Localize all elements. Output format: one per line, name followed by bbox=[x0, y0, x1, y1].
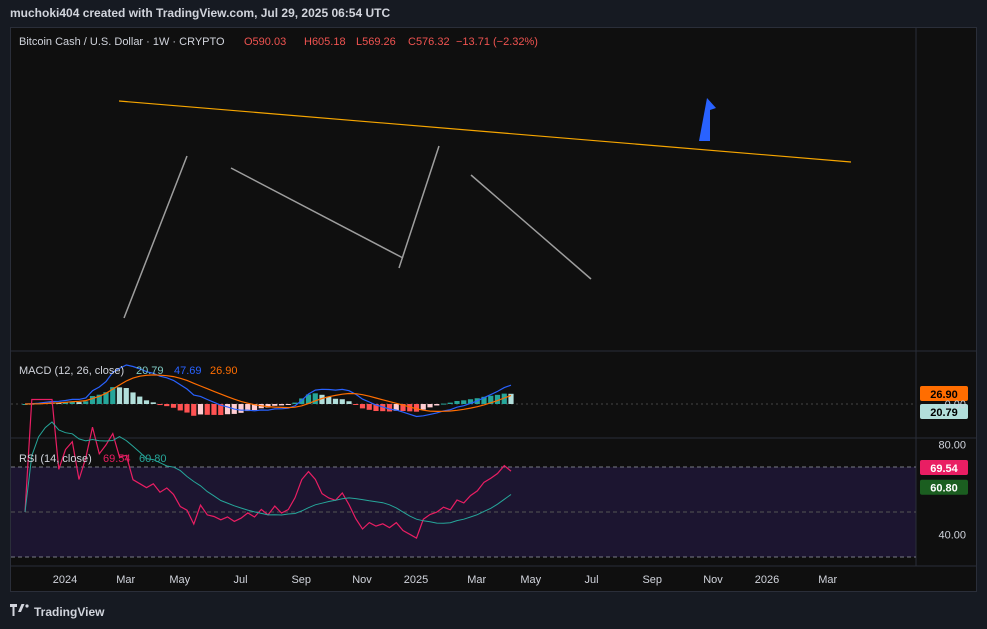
time-axis-tick: Jul bbox=[584, 574, 598, 586]
macd-histogram-bar bbox=[89, 396, 96, 404]
time-axis-tick: 2024 bbox=[53, 574, 77, 586]
tradingview-brand: TradingView bbox=[34, 604, 105, 619]
downtrend-line-2 bbox=[470, 174, 592, 280]
macd-hist-value: 20.79 bbox=[136, 365, 164, 377]
macd-line-value: 47.69 bbox=[174, 365, 202, 377]
macd-histogram-bar bbox=[278, 404, 285, 406]
macd-histogram-bar bbox=[346, 401, 352, 404]
rsi-label-text: 69.54 bbox=[930, 463, 958, 475]
descending-trendline bbox=[118, 100, 852, 163]
chart-frame: 900.00600.00520.00440.00380.00320.00280.… bbox=[10, 27, 977, 592]
macd-histogram-bar bbox=[116, 387, 123, 404]
time-axis-tick: Sep bbox=[642, 574, 662, 586]
macd-histogram-bar bbox=[211, 404, 217, 415]
macd-histogram-bar bbox=[454, 400, 460, 404]
macd-histogram-bar bbox=[191, 404, 197, 416]
macd-histogram-bar bbox=[434, 404, 440, 406]
macd-histogram-bar bbox=[359, 404, 366, 409]
macd-histogram-bar bbox=[130, 392, 136, 404]
time-axis-tick: Sep bbox=[291, 574, 311, 586]
rsi-ma-value: 60.80 bbox=[139, 453, 167, 465]
macd-histogram-bar bbox=[143, 400, 150, 404]
macd-histogram-bar bbox=[447, 402, 453, 404]
close-value: C576.32 bbox=[408, 36, 450, 48]
macd-histogram-bar bbox=[420, 404, 426, 410]
macd-histogram-bar bbox=[184, 404, 190, 413]
time-axis-tick: Mar bbox=[467, 574, 486, 586]
rsi-axis-tick: 80.00 bbox=[938, 440, 966, 452]
macd-histogram-bar bbox=[440, 403, 447, 405]
rally-line-2 bbox=[398, 145, 440, 269]
rsi-value: 69.54 bbox=[103, 453, 131, 465]
macd-histogram-bar bbox=[312, 393, 318, 404]
macd-histogram-bar bbox=[366, 404, 372, 410]
macd-histogram-bar bbox=[170, 404, 177, 408]
downtrend-line-1 bbox=[230, 167, 404, 259]
time-axis-tick: Nov bbox=[352, 574, 372, 586]
macd-histogram-bar bbox=[123, 388, 129, 404]
macd-histogram-bar bbox=[164, 404, 170, 407]
macd-histogram-bar bbox=[427, 404, 433, 408]
time-axis-tick: May bbox=[169, 574, 190, 586]
macd-histogram-bar bbox=[386, 404, 393, 412]
macd-legend-label: MACD (12, 26, close) bbox=[19, 365, 124, 377]
chart-canvas[interactable]: 900.00600.00520.00440.00380.00320.00280.… bbox=[11, 28, 976, 591]
open-value: O590.03 bbox=[244, 36, 286, 48]
rsi-axis-tick: 40.00 bbox=[938, 530, 966, 542]
change-value: −13.71 (−2.32%) bbox=[456, 36, 538, 48]
macd-histogram-bar bbox=[224, 404, 231, 415]
macd-histogram-bar bbox=[461, 400, 467, 404]
macd-histogram-bar bbox=[197, 404, 204, 415]
macd-histogram-bar bbox=[272, 404, 278, 406]
macd-histogram-bar bbox=[177, 404, 183, 411]
macd-histogram-bar bbox=[157, 404, 163, 406]
macd-histogram-bar bbox=[238, 404, 244, 413]
macd-histogram-bar bbox=[326, 396, 332, 404]
rsi-legend-label: RSI (14, close) bbox=[19, 453, 92, 465]
macd-histogram-bar bbox=[137, 396, 143, 404]
macd-histogram-bar bbox=[339, 399, 345, 404]
time-axis-tick: 2025 bbox=[404, 574, 428, 586]
time-axis-tick: Mar bbox=[818, 574, 837, 586]
macd-histogram-bar bbox=[508, 393, 514, 404]
time-axis-tick: Jul bbox=[233, 574, 247, 586]
macd-histogram-bar bbox=[150, 402, 156, 404]
macd-axis-tick: 0.00 bbox=[945, 399, 966, 411]
macd-histogram-bar bbox=[83, 401, 89, 404]
chart-attribution: muchoki404 created with TradingView.com,… bbox=[10, 6, 391, 20]
time-axis-tick: Mar bbox=[116, 574, 135, 586]
macd-histogram-bar bbox=[76, 402, 82, 404]
time-axis-tick: May bbox=[520, 574, 541, 586]
breakout-arrow-icon bbox=[699, 98, 716, 141]
tradingview-logo-icon bbox=[10, 604, 30, 619]
low-value: L569.26 bbox=[356, 36, 396, 48]
macd-histogram-bar bbox=[204, 404, 210, 415]
time-axis-tick: 2026 bbox=[755, 574, 779, 586]
rally-line-1 bbox=[123, 155, 188, 319]
tradingview-footer: TradingView bbox=[10, 604, 104, 619]
time-axis-tick: Nov bbox=[703, 574, 723, 586]
rsi-label-text: 60.80 bbox=[930, 483, 958, 495]
symbol-legend: Bitcoin Cash / U.S. Dollar · 1W · CRYPTO bbox=[19, 36, 225, 48]
macd-signal-value: 26.90 bbox=[210, 365, 238, 377]
high-value: H605.18 bbox=[304, 36, 346, 48]
macd-histogram-bar bbox=[332, 398, 339, 404]
macd-histogram-bar bbox=[285, 404, 291, 405]
macd-histogram-bar bbox=[353, 404, 359, 405]
